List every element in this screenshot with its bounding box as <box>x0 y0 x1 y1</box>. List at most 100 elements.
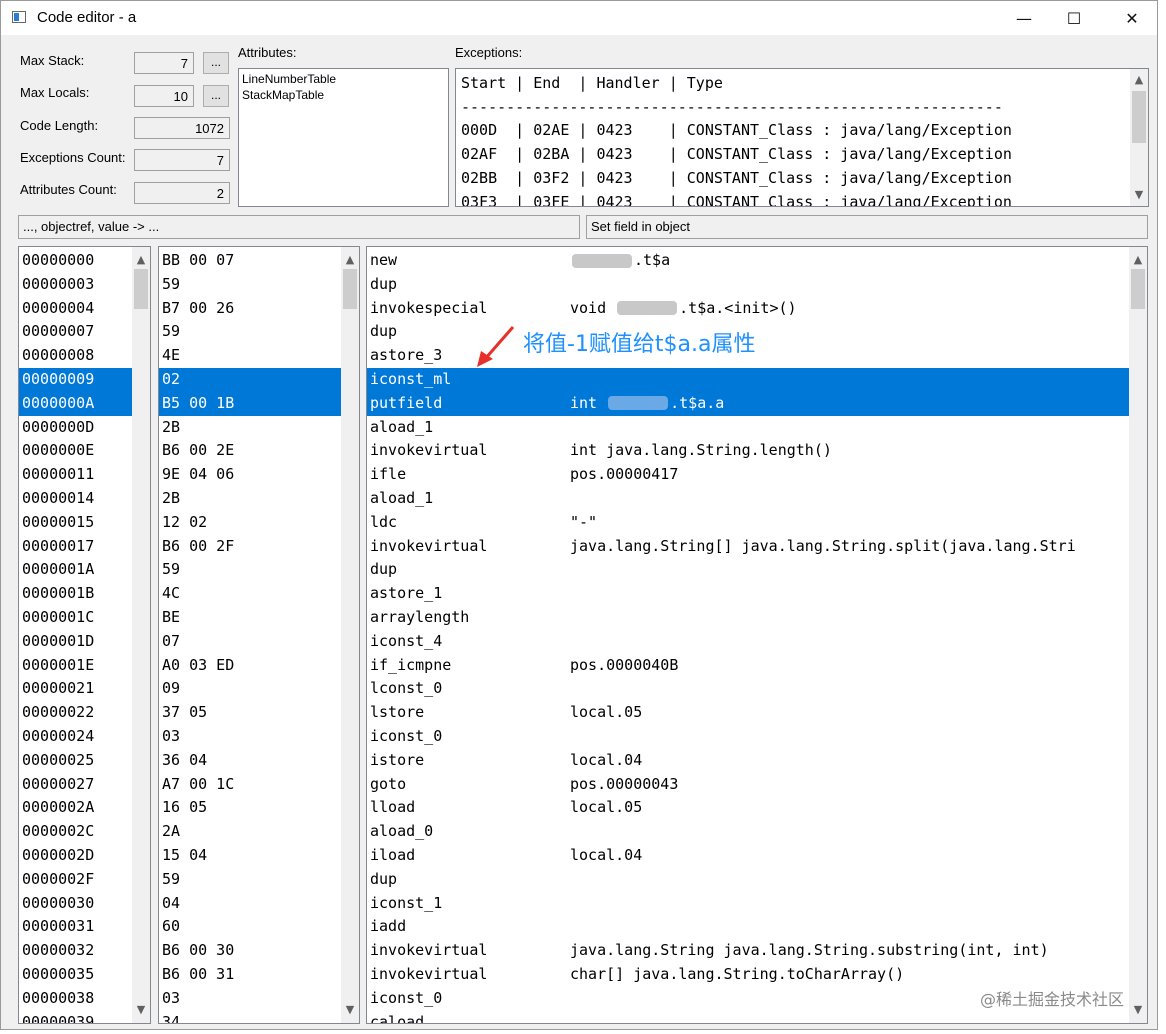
bytes-row[interactable]: 16 05 <box>159 796 342 820</box>
offset-row[interactable]: 00000017 <box>19 535 134 559</box>
bytes-row[interactable]: A0 03 ED <box>159 654 342 678</box>
scroll-up-icon[interactable]: ▲ <box>1129 251 1147 269</box>
max-stack-field[interactable]: 7 <box>134 52 194 74</box>
offset-row[interactable]: 0000001E <box>19 654 134 678</box>
offset-row[interactable]: 0000000A <box>19 391 134 416</box>
offset-row[interactable]: 0000001B <box>19 582 134 606</box>
exception-row[interactable]: 03F3 | 03FE | 0423 | CONSTANT_Class : ja… <box>461 193 1012 206</box>
bytes-row[interactable]: 02 <box>159 368 342 392</box>
instruction-row[interactable]: arraylength <box>367 606 1130 630</box>
instruction-row[interactable]: iconst_1 <box>367 892 1130 916</box>
max-locals-button[interactable]: ... <box>203 85 229 107</box>
exceptions-scrollbar[interactable]: ▲ ▼ <box>1130 69 1148 206</box>
offset-list[interactable]: 00000000 00000003 00000004 00000007 00000008… <box>18 246 151 1024</box>
instruction-row[interactable]: iadd <box>367 915 1130 939</box>
bytes-row[interactable]: A7 00 1C <box>159 773 342 797</box>
bytes-row[interactable]: 07 <box>159 630 342 654</box>
exception-row[interactable]: 02BB | 03F2 | 0423 | CONSTANT_Class : ja… <box>461 169 1012 187</box>
scroll-thumb[interactable] <box>1131 269 1145 309</box>
attributes-list[interactable]: LineNumberTable StackMapTable <box>238 68 449 207</box>
offset-row[interactable]: 00000025 <box>19 749 134 773</box>
bytes-row[interactable]: 59 <box>159 320 342 344</box>
offset-row[interactable]: 00000007 <box>19 320 134 344</box>
instruction-row[interactable]: iconst_0 <box>367 725 1130 749</box>
bytes-row[interactable]: B5 00 1B <box>159 391 342 416</box>
scroll-up-icon[interactable]: ▲ <box>132 251 150 269</box>
bytes-row[interactable]: 4C <box>159 582 342 606</box>
offset-row[interactable]: 00000011 <box>19 463 134 487</box>
instruction-row[interactable]: goto pos.00000043 <box>367 773 1130 797</box>
offset-row[interactable]: 0000002D <box>19 844 134 868</box>
bytes-row[interactable]: 2B <box>159 487 342 511</box>
bytes-row[interactable]: B6 00 2F <box>159 535 342 559</box>
offset-row[interactable]: 00000022 <box>19 701 134 725</box>
scroll-up-icon[interactable]: ▲ <box>1130 71 1148 89</box>
offset-row[interactable]: 00000003 <box>19 273 134 297</box>
instruction-row[interactable]: invokevirtual int java.lang.String.length… <box>367 439 1130 463</box>
attribute-item[interactable]: StackMapTable <box>239 87 448 103</box>
instruction-row[interactable]: istore local.04 <box>367 749 1130 773</box>
offset-row[interactable]: 00000015 <box>19 511 134 535</box>
exception-row[interactable]: 000D | 02AE | 0423 | CONSTANT_Class : ja… <box>461 121 1012 139</box>
offset-row[interactable]: 00000000 <box>19 249 134 273</box>
close-button[interactable]: ✕ <box>1107 1 1157 35</box>
scroll-down-icon[interactable]: ▼ <box>1129 1001 1147 1019</box>
offset-row[interactable]: 00000035 <box>19 963 134 987</box>
offset-scrollbar[interactable]: ▲ ▼ <box>132 247 150 1023</box>
minimize-button[interactable]: — <box>999 1 1049 35</box>
instruction-row[interactable]: dup <box>367 558 1130 582</box>
bytes-row[interactable]: BE <box>159 606 342 630</box>
offset-row[interactable]: 0000002F <box>19 868 134 892</box>
instruction-row[interactable]: if_icmpne pos.0000040B <box>367 654 1130 678</box>
instruction-row[interactable]: caload <box>367 1011 1130 1023</box>
offset-row[interactable]: 0000002A <box>19 796 134 820</box>
max-locals-field[interactable]: 10 <box>134 85 194 107</box>
offset-row[interactable]: 0000001A <box>19 558 134 582</box>
bytes-row[interactable]: 04 <box>159 892 342 916</box>
instruction-row[interactable]: iconst_ml <box>367 368 1130 392</box>
bytes-row[interactable]: 60 <box>159 915 342 939</box>
instruction-row[interactable]: invokevirtual java.lang.String[] java.lan… <box>367 535 1130 559</box>
exception-row[interactable]: 02AF | 02BA | 0423 | CONSTANT_Class : ja… <box>461 145 1012 163</box>
bytes-scrollbar[interactable]: ▲ ▼ <box>341 247 359 1023</box>
bytes-row[interactable]: 4E <box>159 344 342 368</box>
bytes-row[interactable]: B6 00 31 <box>159 963 342 987</box>
instruction-row[interactable]: dup <box>367 273 1130 297</box>
instruction-row[interactable]: astore_1 <box>367 582 1130 606</box>
offset-row[interactable]: 00000008 <box>19 344 134 368</box>
offset-row[interactable]: 00000030 <box>19 892 134 916</box>
instruction-row[interactable]: ldc "-" <box>367 511 1130 535</box>
bytes-row[interactable]: B7 00 26 <box>159 297 342 321</box>
code-length-field[interactable]: 1072 <box>134 117 230 139</box>
bytes-row[interactable]: 36 04 <box>159 749 342 773</box>
maximize-button[interactable]: ☐ <box>1049 1 1099 35</box>
offset-row[interactable]: 00000038 <box>19 987 134 1011</box>
max-stack-button[interactable]: ... <box>203 52 229 74</box>
offset-row[interactable]: 00000014 <box>19 487 134 511</box>
offset-row[interactable]: 0000001D <box>19 630 134 654</box>
bytes-row[interactable]: 37 05 <box>159 701 342 725</box>
offset-row[interactable]: 00000004 <box>19 297 134 321</box>
bytes-row[interactable]: B6 00 2E <box>159 439 342 463</box>
scroll-down-icon[interactable]: ▼ <box>132 1001 150 1019</box>
instruction-row[interactable]: dup <box>367 868 1130 892</box>
offset-row[interactable]: 00000031 <box>19 915 134 939</box>
instruction-row[interactable]: invokevirtual java.lang.String java.lang.… <box>367 939 1130 963</box>
instruction-row[interactable]: lconst_0 <box>367 677 1130 701</box>
scroll-down-icon[interactable]: ▼ <box>1130 186 1148 204</box>
instruction-row[interactable]: invokevirtual char[] java.lang.String.toC… <box>367 963 1130 987</box>
bytes-row[interactable]: BB 00 07 <box>159 249 342 273</box>
bytes-row[interactable]: 59 <box>159 558 342 582</box>
offset-row[interactable]: 00000027 <box>19 773 134 797</box>
offset-row[interactable]: 0000000E <box>19 439 134 463</box>
bytes-row[interactable]: 15 04 <box>159 844 342 868</box>
bytes-row[interactable]: 2A <box>159 820 342 844</box>
bytes-row[interactable]: 59 <box>159 273 342 297</box>
offset-row[interactable]: 0000000D <box>19 416 134 440</box>
bytes-row[interactable]: 59 <box>159 868 342 892</box>
exceptions-count-field[interactable]: 7 <box>134 149 230 171</box>
offset-row[interactable]: 0000001C <box>19 606 134 630</box>
bytes-list[interactable]: BB 00 07 59 B7 00 26 59 4E 02 B5 00 1B 2B B6 00 … <box>158 246 360 1024</box>
offset-row[interactable]: 00000032 <box>19 939 134 963</box>
instruction-row[interactable]: lload local.05 <box>367 796 1130 820</box>
